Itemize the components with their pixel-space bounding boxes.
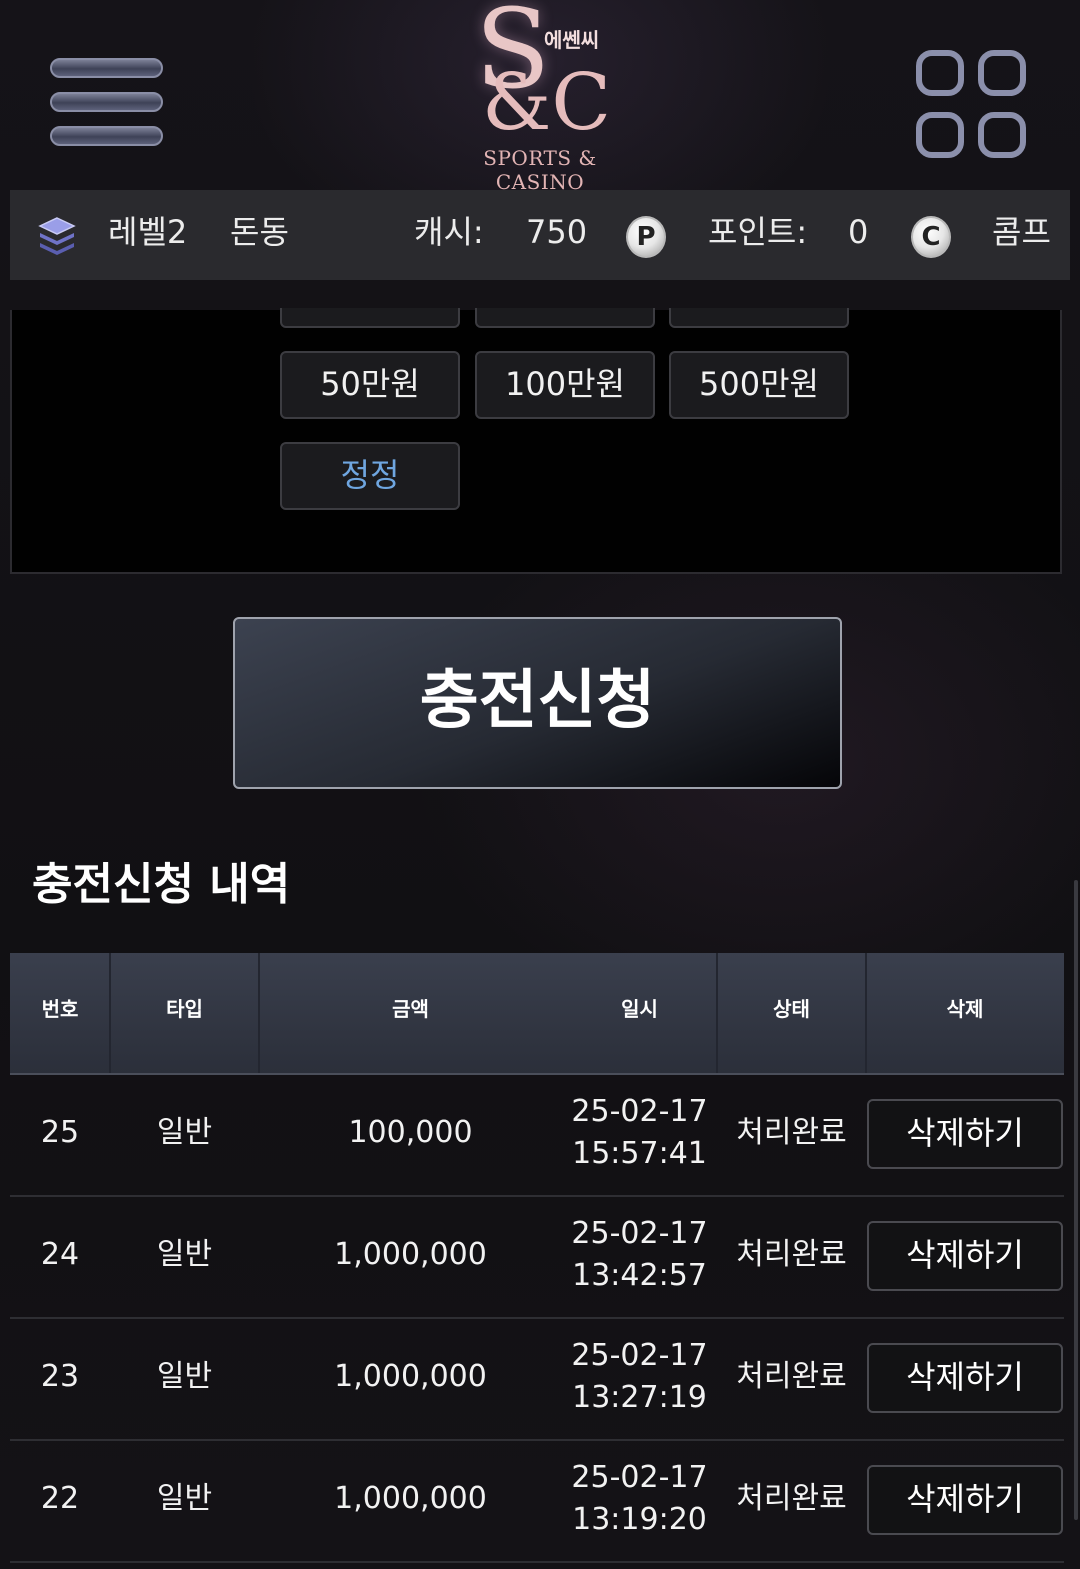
username: 돈동 — [230, 213, 289, 251]
reset-button[interactable]: 정정 — [280, 442, 460, 510]
cell-no: 25 — [40, 1115, 80, 1150]
delete-button[interactable]: 삭제하기 — [867, 1221, 1063, 1291]
cell-time: 13:19:20 — [572, 1502, 707, 1537]
table-row: 23 일반 1,000,000 25-02-17 13:27:19 처리완료 삭제… — [10, 1319, 1064, 1441]
cell-datetime: 25-02-17 15:57:41 — [562, 1075, 717, 1195]
deposit-request-button[interactable]: 충전신청 — [233, 617, 842, 789]
history-title: 충전신청 내역 — [32, 859, 291, 910]
cash-value: 750 — [526, 213, 588, 251]
cell-status: 처리완료 — [736, 1237, 847, 1272]
cell-no: 23 — [40, 1359, 80, 1394]
cell-datetime: 25-02-17 13:27:19 — [562, 1319, 717, 1439]
cell-amount: 1,000,000 — [334, 1359, 487, 1394]
app-grid-icon[interactable] — [916, 46, 1030, 160]
amount-panel: 50만원 100만원 500만원 정정 — [10, 308, 1062, 574]
deposit-history-table: 번호 타입 금액 일시 상태 삭제 25 일반 100,000 25-02-17… — [10, 953, 1064, 1563]
point-value: 0 — [848, 213, 869, 251]
delete-button[interactable]: 삭제하기 — [867, 1343, 1063, 1413]
grid-square — [978, 50, 1026, 96]
cell-status: 처리완료 — [736, 1481, 847, 1516]
cell-type: 일반 — [156, 1481, 213, 1516]
point-label: 포인트: — [708, 213, 808, 251]
level-stack-icon — [38, 217, 76, 255]
amount-button-partial[interactable] — [280, 308, 460, 328]
amount-button-50man[interactable]: 50만원 — [280, 351, 460, 419]
cell-time: 15:57:41 — [572, 1136, 707, 1171]
comp-label[interactable]: 콤프 — [992, 190, 1051, 280]
cell-no: 22 — [40, 1481, 80, 1516]
logo-amp: &C — [482, 58, 612, 148]
cell-amount: 100,000 — [348, 1115, 473, 1150]
delete-button[interactable]: 삭제하기 — [867, 1465, 1063, 1535]
amount-button-partial[interactable] — [475, 308, 655, 328]
logo-korean: 에쎈씨 — [544, 28, 600, 52]
grid-square — [916, 112, 964, 158]
cell-datetime: 25-02-17 13:19:20 — [562, 1441, 717, 1561]
cell-date: 25-02-17 — [571, 1460, 708, 1495]
column-header-delete: 삭제 — [946, 997, 984, 1021]
grid-square — [978, 112, 1026, 158]
grid-square — [916, 50, 964, 96]
cell-status: 처리완료 — [736, 1359, 847, 1394]
menu-bar — [50, 58, 163, 78]
hamburger-menu-icon[interactable] — [50, 58, 163, 150]
cell-amount: 1,000,000 — [334, 1237, 487, 1272]
cell-no: 24 — [40, 1237, 80, 1272]
site-logo[interactable]: S &C 에쎈씨 SPORTS & CASINO — [430, 0, 650, 194]
table-row: 24 일반 1,000,000 25-02-17 13:42:57 처리완료 삭제… — [10, 1197, 1064, 1319]
cell-type: 일반 — [156, 1115, 213, 1150]
menu-bar — [50, 126, 163, 146]
cash-label: 캐시: — [414, 213, 484, 251]
amount-button-partial[interactable] — [669, 308, 849, 328]
cell-date: 25-02-17 — [571, 1094, 708, 1129]
column-header-amount: 금액 — [392, 997, 429, 1021]
cell-type: 일반 — [156, 1237, 213, 1272]
cell-amount: 1,000,000 — [334, 1481, 487, 1516]
table-header: 번호 타입 금액 일시 상태 삭제 — [10, 953, 1064, 1075]
cell-datetime: 25-02-17 13:42:57 — [562, 1197, 717, 1317]
cell-time: 13:42:57 — [572, 1258, 707, 1293]
column-header-status: 상태 — [773, 997, 810, 1021]
table-row: 25 일반 100,000 25-02-17 15:57:41 처리완료 삭제하기 — [10, 1075, 1064, 1197]
cell-date: 25-02-17 — [571, 1338, 708, 1373]
cell-type: 일반 — [156, 1359, 213, 1394]
page-scrollbar[interactable] — [1074, 880, 1078, 1520]
comp-coin-icon: C — [911, 216, 951, 258]
column-header-type: 타입 — [166, 997, 203, 1021]
delete-button[interactable]: 삭제하기 — [867, 1099, 1063, 1169]
menu-bar — [50, 92, 163, 112]
cell-status: 처리완료 — [736, 1115, 847, 1150]
table-row: 22 일반 1,000,000 25-02-17 13:19:20 처리완료 삭제… — [10, 1441, 1064, 1563]
user-level: 레벨2 — [108, 213, 188, 251]
point-coin-icon: P — [626, 216, 666, 258]
amount-button-500man[interactable]: 500만원 — [669, 351, 849, 419]
column-header-datetime: 일시 — [621, 997, 658, 1021]
column-header-no: 번호 — [41, 997, 79, 1021]
user-info-bar: 레벨2 돈동 캐시: 750 P 포인트: 0 C 콤프 — [10, 190, 1070, 280]
cell-date: 25-02-17 — [571, 1216, 708, 1251]
logo-subtitle: SPORTS & CASINO — [483, 146, 597, 194]
header: S &C 에쎈씨 SPORTS & CASINO — [0, 0, 1080, 194]
cell-time: 13:27:19 — [572, 1380, 707, 1415]
amount-button-100man[interactable]: 100만원 — [475, 351, 655, 419]
